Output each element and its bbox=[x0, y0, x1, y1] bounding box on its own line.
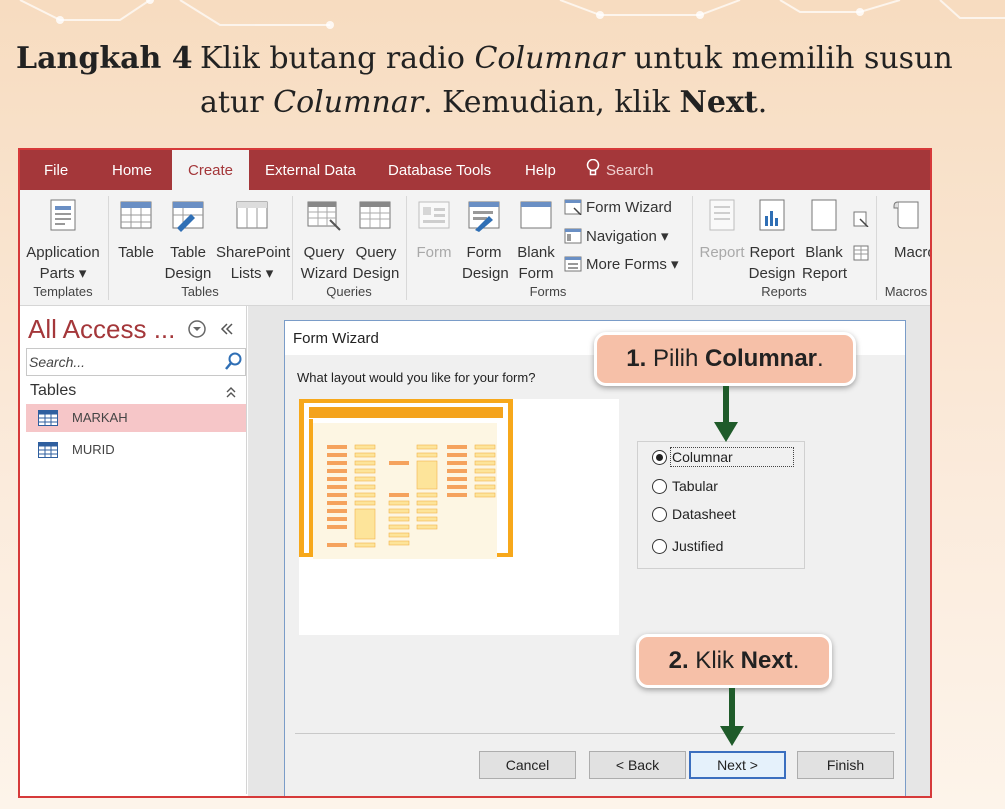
application-parts-icon bbox=[50, 199, 76, 231]
collapse-pane-icon[interactable] bbox=[220, 320, 234, 338]
layout-options-group: Columnar Tabular Datasheet Justified bbox=[637, 441, 805, 569]
cancel-button[interactable]: Cancel bbox=[479, 751, 576, 779]
more-forms-icon bbox=[564, 256, 582, 272]
tables-section-header[interactable]: Tables bbox=[26, 378, 244, 402]
group-label-macros: Macros bbox=[884, 284, 928, 299]
arrow-down-icon bbox=[720, 688, 744, 746]
ribbon: Application Parts ▾ Templates Table Table… bbox=[20, 190, 930, 306]
instruction-line-2: atur Columnar. Kemudian, klik Next. bbox=[200, 85, 768, 120]
collapse-section-icon bbox=[226, 387, 236, 398]
form-wizard-icon bbox=[564, 199, 582, 215]
navigation-icon bbox=[564, 228, 582, 244]
blank-report-icon bbox=[811, 199, 837, 231]
group-separator bbox=[406, 196, 407, 300]
blank-report-button[interactable]: Blank Report bbox=[802, 190, 847, 284]
sharepoint-lists-button[interactable]: SharePoint Lists ▾ bbox=[216, 190, 290, 284]
group-label-forms: Forms bbox=[529, 284, 567, 299]
back-button[interactable]: < Back bbox=[589, 751, 686, 779]
labels-icon bbox=[853, 245, 869, 261]
table-design-button[interactable]: Table Design bbox=[164, 190, 212, 284]
query-wizard-icon bbox=[307, 201, 341, 231]
report-wizard-button[interactable] bbox=[852, 208, 874, 232]
form-design-icon bbox=[468, 201, 500, 232]
callout-step-1: 1. Pilih Columnar. bbox=[594, 332, 856, 386]
nav-item-murid[interactable]: MURID bbox=[26, 436, 246, 464]
table-icon bbox=[38, 442, 58, 458]
tab-help[interactable]: Help bbox=[525, 150, 556, 190]
dialog-question: What layout would you like for your form… bbox=[297, 370, 536, 385]
report-design-button[interactable]: Report Design bbox=[748, 190, 796, 284]
tab-file[interactable]: File bbox=[44, 150, 68, 190]
more-forms-button[interactable]: More Forms ▾ bbox=[564, 253, 679, 277]
application-parts-button[interactable]: Application Parts ▾ bbox=[24, 190, 102, 284]
form-button[interactable]: Form bbox=[412, 190, 456, 263]
macro-icon bbox=[893, 201, 919, 229]
blank-form-button[interactable]: Blank Form bbox=[514, 190, 558, 284]
tab-database-tools[interactable]: Database Tools bbox=[388, 150, 491, 190]
table-icon bbox=[38, 410, 58, 426]
callout-step-2: 2. Klik Next. bbox=[636, 634, 832, 688]
group-label-reports: Reports bbox=[761, 284, 807, 299]
nav-search-input[interactable] bbox=[29, 351, 209, 373]
group-separator bbox=[292, 196, 293, 300]
group-separator bbox=[692, 196, 693, 300]
navigation-pane: All Access ... Tables MARKAH MURID bbox=[22, 306, 247, 794]
labels-button[interactable] bbox=[852, 242, 874, 266]
report-button[interactable]: Report bbox=[698, 190, 746, 263]
query-design-button[interactable]: Query Design bbox=[352, 190, 400, 284]
tell-me-search[interactable]: Search bbox=[586, 150, 654, 190]
table-icon bbox=[120, 201, 152, 229]
tab-home[interactable]: Home bbox=[112, 150, 152, 190]
report-icon bbox=[709, 199, 735, 231]
report-wizard-icon bbox=[853, 211, 869, 227]
sharepoint-lists-icon bbox=[236, 201, 268, 229]
columnar-layout-preview-image bbox=[299, 399, 513, 559]
macro-button[interactable]: Macro bbox=[882, 190, 930, 263]
search-icon[interactable] bbox=[225, 352, 243, 370]
instruction-line-1: Klik butang radio Columnar untuk memilih… bbox=[200, 41, 953, 76]
table-button[interactable]: Table bbox=[116, 190, 156, 263]
nav-item-markah[interactable]: MARKAH bbox=[26, 404, 246, 432]
navigation-button[interactable]: Navigation ▾ bbox=[564, 225, 669, 249]
form-wizard-dialog: Form Wizard What layout would you like f… bbox=[284, 320, 906, 796]
step-label: Langkah 4 bbox=[16, 41, 193, 76]
lightbulb-icon bbox=[586, 159, 600, 176]
report-design-icon bbox=[759, 199, 785, 231]
group-label-templates: Templates bbox=[33, 284, 93, 299]
nav-pane-title[interactable]: All Access ... bbox=[28, 314, 175, 345]
arrow-down-icon bbox=[714, 386, 738, 442]
query-design-icon bbox=[359, 201, 391, 229]
tab-external-data[interactable]: External Data bbox=[265, 150, 356, 190]
finish-button[interactable]: Finish bbox=[797, 751, 894, 779]
blank-form-icon bbox=[520, 201, 552, 229]
layout-preview bbox=[299, 399, 619, 635]
table-design-icon bbox=[172, 201, 204, 232]
ribbon-tab-bar: File Home Create External Data Database … bbox=[20, 150, 930, 192]
access-window: File Home Create External Data Database … bbox=[18, 148, 932, 798]
group-separator bbox=[876, 196, 877, 300]
tab-create[interactable]: Create bbox=[172, 150, 250, 192]
nav-search-box bbox=[26, 348, 246, 376]
nav-pane-menu-icon[interactable] bbox=[188, 320, 206, 338]
dialog-divider bbox=[295, 733, 895, 734]
radio-selected-dot bbox=[656, 454, 663, 461]
group-label-tables: Tables bbox=[181, 284, 219, 299]
form-icon bbox=[418, 201, 450, 229]
form-design-button[interactable]: Form Design bbox=[462, 190, 509, 284]
group-label-queries: Queries bbox=[326, 284, 372, 299]
group-separator bbox=[108, 196, 109, 300]
next-button[interactable]: Next > bbox=[689, 751, 786, 779]
query-wizard-button[interactable]: Query Wizard bbox=[298, 190, 350, 284]
form-wizard-button[interactable]: Form Wizard bbox=[564, 196, 672, 220]
